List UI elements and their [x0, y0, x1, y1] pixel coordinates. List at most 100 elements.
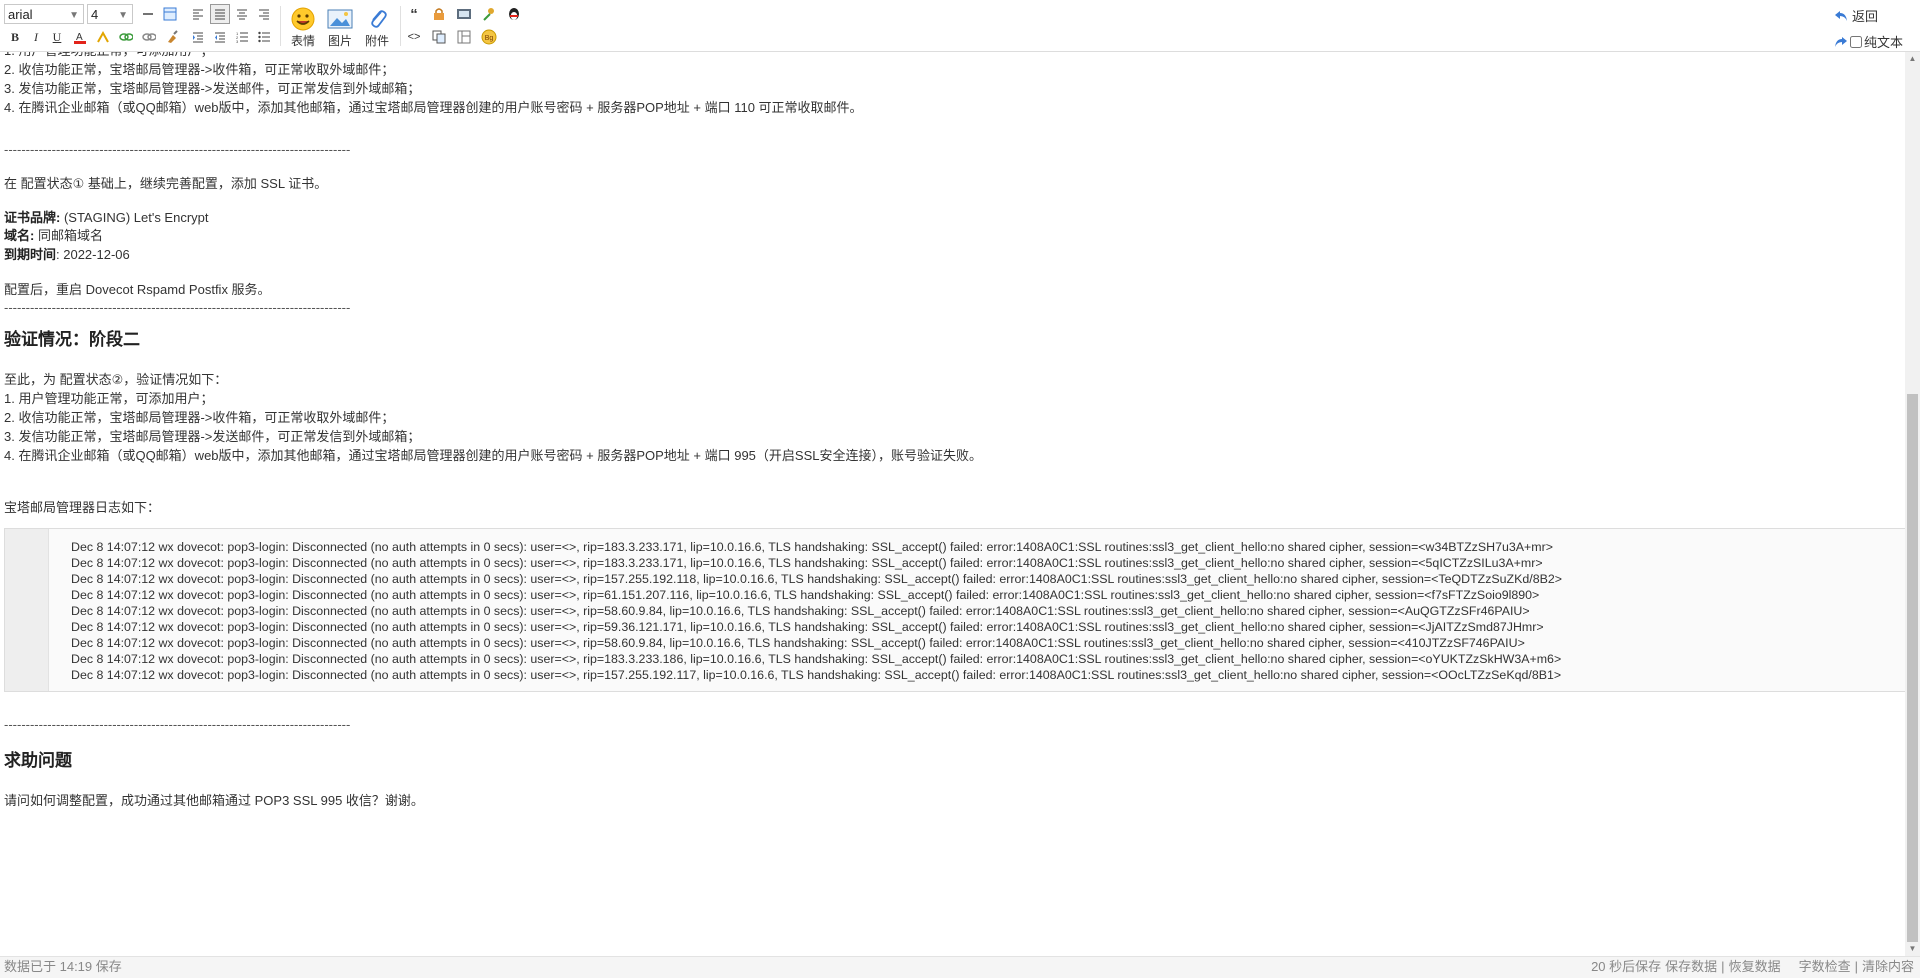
media-button[interactable]	[454, 4, 474, 24]
font-size-value: 4	[91, 7, 99, 22]
code-block[interactable]: Dec 8 14:07:12 wx dovecot: pop3-login: D…	[4, 528, 1905, 692]
plaintext-checkbox[interactable]	[1850, 35, 1862, 48]
code-button[interactable]: <>	[404, 27, 424, 47]
align-left-icon	[193, 9, 203, 20]
save-data-link[interactable]: 保存数据	[1665, 957, 1717, 977]
save-status: 数据已于 14:19 保存	[4, 959, 122, 974]
font-color-button[interactable]: A	[70, 27, 90, 47]
log-lines: Dec 8 14:07:12 wx dovecot: pop3-login: D…	[71, 539, 1562, 683]
layout-button[interactable]	[454, 27, 474, 47]
font-family-value: arial	[8, 7, 33, 22]
unordered-list-icon	[258, 31, 270, 43]
horizontal-rule-button[interactable]	[138, 4, 158, 24]
attachment-button[interactable]: 附件	[359, 6, 395, 50]
align-right-button[interactable]	[254, 4, 274, 24]
status-divider: |	[1721, 959, 1725, 974]
vertical-scrollbar[interactable]: ▲ ▼	[1905, 52, 1920, 956]
list-item: 3. 发信功能正常，宝塔邮局管理器->发送邮件，可正常发信到外域邮箱；	[4, 81, 421, 96]
align-left-button[interactable]	[188, 4, 208, 24]
log-line: Dec 8 14:07:12 wx dovecot: pop3-login: D…	[71, 652, 1562, 666]
divider-line: ----------------------------------------…	[4, 142, 351, 157]
help-heading: 求助问题	[4, 751, 72, 770]
switch-arrow-icon	[1835, 36, 1847, 47]
emoji-button[interactable]: 表情	[285, 6, 321, 50]
emoji-label: 表情	[290, 34, 315, 48]
list-item: 3. 发信功能正常，宝塔邮局管理器->发送邮件，可正常发信到外域邮箱；	[4, 429, 421, 444]
italic-button[interactable]: I	[26, 27, 46, 47]
font-family-select[interactable]: arial ▼	[4, 4, 84, 24]
unlink-icon	[142, 33, 156, 41]
code-icon: <>	[407, 31, 421, 43]
restart-note: 配置后，重启 Dovecot Rspamd Postfix 服务。	[4, 282, 271, 297]
editor-content-area[interactable]: 1. 用户管理功能正常，可添加用户； 2. 收信功能正常，宝塔邮局管理器->收件…	[0, 52, 1905, 956]
link-button[interactable]	[116, 27, 136, 47]
ordered-list-button[interactable]: 123	[232, 27, 252, 47]
smiley-icon	[291, 7, 315, 31]
background-icon: Bg	[481, 29, 497, 45]
plaintext-label: 纯文本	[1864, 35, 1904, 50]
quote-button[interactable]: “	[404, 4, 424, 24]
domain-value: 同邮箱域名	[34, 228, 103, 243]
stage1-list: 2. 收信功能正常，宝塔邮局管理器->收件箱，可正常收取外域邮件； 3. 发信功…	[4, 60, 863, 117]
log-line: Dec 8 14:07:12 wx dovecot: pop3-login: D…	[71, 588, 1540, 602]
underline-button[interactable]: U	[47, 27, 67, 47]
chevron-down-icon: ▼	[69, 10, 79, 21]
stage2-list: 1. 用户管理功能正常，可添加用户； 2. 收信功能正常，宝塔邮局管理器->收件…	[4, 389, 982, 465]
divider-line: ----------------------------------------…	[4, 300, 351, 315]
image-button[interactable]: 图片	[322, 6, 358, 50]
cert-brand-value: (STAGING) Let's Encrypt	[60, 210, 209, 225]
hidden-content-button[interactable]	[429, 4, 449, 24]
table-icon	[163, 7, 177, 21]
restore-data-link[interactable]: 恢复数据	[1729, 957, 1781, 977]
unlink-button[interactable]	[139, 27, 159, 47]
clear-content-link[interactable]: 清除内容	[1862, 957, 1914, 977]
font-size-select[interactable]: 4 ▼	[87, 4, 133, 24]
log-line: Dec 8 14:07:12 wx dovecot: pop3-login: D…	[71, 636, 1525, 650]
align-justify-button[interactable]	[210, 4, 230, 24]
back-arrow-icon	[1835, 10, 1847, 21]
list-item: 1. 用户管理功能正常，可添加用户；	[4, 391, 214, 406]
ordered-list-icon: 123	[236, 31, 248, 43]
log-line: Dec 8 14:07:12 wx dovecot: pop3-login: D…	[71, 668, 1562, 682]
brush-icon	[168, 30, 178, 43]
list-item: 4. 在腾讯企业邮箱（或QQ邮箱）web版中，添加其他邮箱，通过宝塔邮局管理器创…	[4, 100, 863, 115]
chevron-down-icon: ▼	[118, 10, 128, 21]
highlight-button[interactable]	[93, 27, 113, 47]
scrollbar-thumb[interactable]	[1907, 394, 1918, 942]
font-color-icon: A	[74, 32, 86, 44]
back-button[interactable]: 返回	[1834, 6, 1878, 25]
align-justify-icon	[215, 9, 225, 20]
toolbar-separator	[280, 6, 281, 46]
user-mention-button[interactable]	[479, 4, 499, 24]
highlight-icon	[97, 30, 109, 43]
autosave-countdown: 20 秒后保存	[1591, 959, 1662, 974]
word-check-link[interactable]: 字数检查	[1799, 957, 1851, 977]
unordered-list-button[interactable]	[254, 27, 274, 47]
copy-button[interactable]	[429, 27, 449, 47]
scroll-down-arrow-icon[interactable]: ▼	[1905, 942, 1920, 956]
table-button[interactable]	[160, 4, 180, 24]
toolbar-separator	[400, 6, 401, 46]
image-label: 图片	[327, 34, 352, 48]
editor-toolbar: arial ▼ 4 ▼ B I U A 1 2 3 表情 图片 附件 “ <> …	[0, 0, 1920, 52]
outdent-button[interactable]	[210, 27, 230, 47]
scroll-up-arrow-icon[interactable]: ▲	[1905, 52, 1920, 66]
align-center-button[interactable]	[232, 4, 252, 24]
indent-button[interactable]	[188, 27, 208, 47]
align-center-icon	[237, 9, 247, 20]
code-gutter	[5, 529, 49, 691]
log-line: Dec 8 14:07:12 wx dovecot: pop3-login: D…	[71, 620, 1544, 634]
bold-button[interactable]: B	[5, 27, 25, 47]
cert-brand-label: 证书品牌:	[4, 210, 61, 225]
clear-format-button[interactable]	[162, 27, 182, 47]
background-color-button[interactable]: Bg	[479, 27, 499, 47]
image-icon	[327, 9, 353, 29]
plaintext-toggle[interactable]: 纯文本	[1834, 32, 1903, 51]
back-label: 返回	[1852, 9, 1879, 24]
film-icon	[457, 9, 471, 19]
align-right-icon	[259, 9, 269, 20]
status-bar: 数据已于 14:19 保存 20 秒后保存 保存数据 | 恢复数据 字数检查 |…	[0, 956, 1920, 978]
list-item: 2. 收信功能正常，宝塔邮局管理器->收件箱，可正常收取外域邮件；	[4, 62, 395, 77]
qq-button[interactable]	[504, 4, 524, 24]
